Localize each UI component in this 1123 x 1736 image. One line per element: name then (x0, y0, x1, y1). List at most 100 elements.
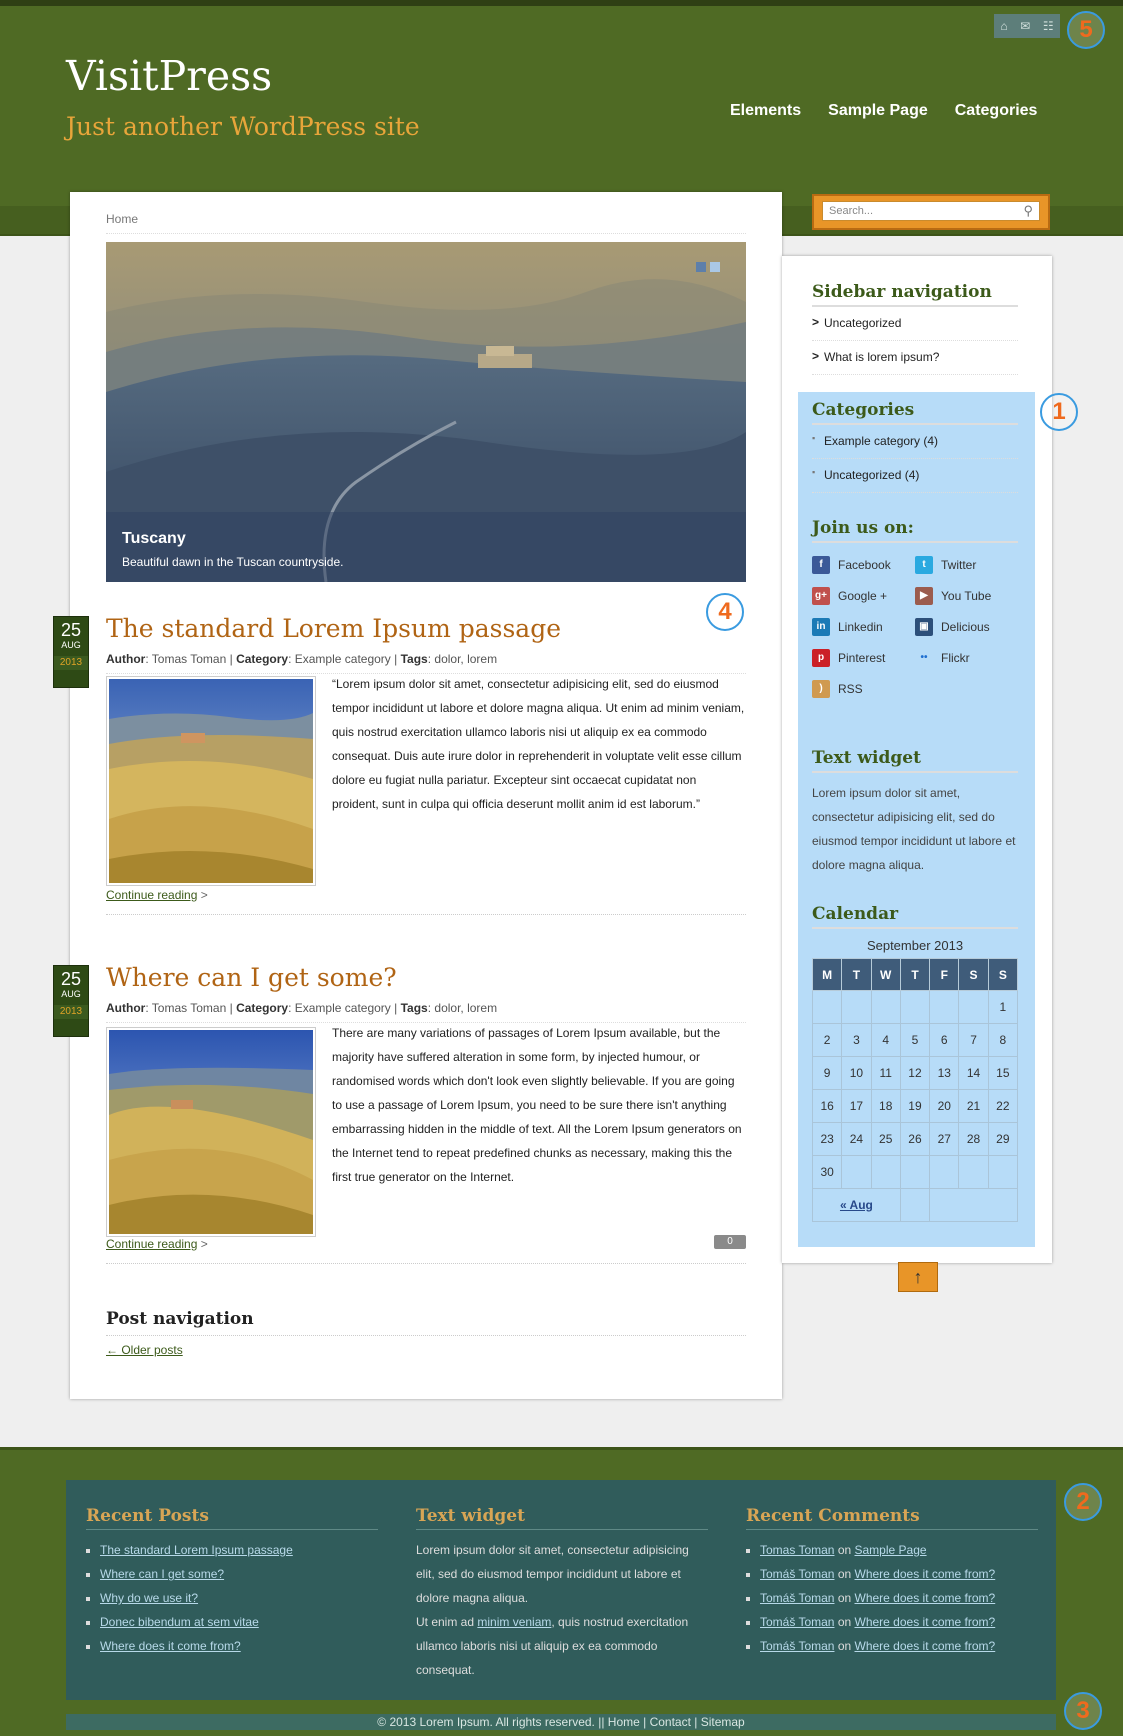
social-link-delicious[interactable]: ▣ Delicious (915, 616, 1018, 637)
nav-item-sample-page[interactable]: Sample Page (828, 102, 928, 120)
calendar-day: 6 (929, 1023, 960, 1057)
post-author-link[interactable]: Tomas Toman (152, 652, 226, 666)
social-link-pinterest[interactable]: p Pinterest (812, 647, 915, 668)
calendar-day: 30 (811, 1155, 843, 1189)
social-link-facebook[interactable]: f Facebook (812, 554, 915, 575)
social-link-flickr[interactable]: •• Flickr (915, 647, 1018, 668)
rss-icon: ) (812, 679, 830, 698)
comment-author-link[interactable]: Tomáš Toman (760, 1591, 834, 1605)
search-input[interactable]: Search... ⚲ (822, 201, 1040, 221)
comment-post-link[interactable]: Sample Page (855, 1543, 927, 1557)
slider-dot-1[interactable] (696, 262, 706, 272)
post-tag-link[interactable]: dolor (434, 1001, 460, 1015)
pinterest-icon: p (812, 648, 830, 667)
image-slider[interactable]: Tuscany Beautiful dawn in the Tuscan cou… (106, 242, 746, 582)
slider-caption-text: Beautiful dawn in the Tuscan countryside… (122, 555, 344, 569)
recent-post-link[interactable]: Where does it come from? (100, 1639, 241, 1653)
footer-text-p1: Lorem ipsum dolor sit amet, consectetur … (416, 1543, 689, 1605)
home-icon[interactable]: ⌂ (1000, 19, 1007, 33)
post-tag-link[interactable]: lorem (467, 1001, 497, 1015)
comment-post-link[interactable]: Where does it come from? (855, 1639, 996, 1653)
slider-caption-title: Tuscany (122, 530, 186, 547)
slider-dot-2[interactable] (710, 262, 720, 272)
back-to-top-button[interactable]: ↑ (898, 1262, 938, 1292)
breadcrumb[interactable]: Home (106, 212, 746, 234)
annotation-badge-1: 1 (1040, 393, 1078, 431)
text-widget-body: Lorem ipsum dolor sit amet, consectetur … (812, 786, 1016, 872)
widget-title: Text widget (416, 1506, 708, 1530)
search-icon[interactable]: ⚲ (1023, 203, 1033, 219)
calendar-day: 29 (987, 1122, 1019, 1156)
calendar-day (811, 990, 843, 1024)
post-thumbnail[interactable] (106, 1027, 316, 1237)
social-link-twitter[interactable]: t Twitter (915, 554, 1018, 575)
calendar-day: 23 (811, 1122, 843, 1156)
calendar-day: 14 (958, 1056, 989, 1090)
comment-author-link[interactable]: Tomas Toman (760, 1543, 834, 1557)
post-thumbnail[interactable] (106, 676, 316, 886)
post-tag-link[interactable]: lorem (467, 652, 497, 666)
recent-comment-item: Tomáš Toman on Where does it come from? (760, 1586, 1038, 1610)
post-title[interactable]: The standard Lorem Ipsum passage (106, 614, 746, 643)
widget-title: Sidebar navigation (812, 282, 1018, 307)
post-article: The standard Lorem Ipsum passage Author:… (106, 614, 746, 915)
continue-reading-link[interactable]: Continue reading (106, 888, 197, 902)
calendar-day (929, 990, 960, 1024)
nav-item-elements[interactable]: Elements (730, 102, 801, 120)
post-title[interactable]: Where can I get some? (106, 963, 746, 992)
minim-veniam-link[interactable]: minim veniam (477, 1615, 551, 1629)
post-author-link[interactable]: Tomas Toman (152, 1001, 226, 1015)
calendar-week: 2345678 (811, 1023, 1019, 1057)
category-item[interactable]: Uncategorized (4) (812, 459, 1018, 493)
post-meta: Author: Tomas Toman | Category: Example … (106, 1001, 746, 1023)
comment-post-link[interactable]: Where does it come from? (855, 1615, 996, 1629)
calendar-day (899, 1155, 931, 1189)
nav-item-categories[interactable]: Categories (955, 102, 1038, 120)
calendar-day: 18 (870, 1089, 901, 1123)
recent-post-link[interactable]: The standard Lorem Ipsum passage (100, 1543, 293, 1557)
continue-reading-link[interactable]: Continue reading (106, 1237, 197, 1251)
social-link-you-tube[interactable]: ▶ You Tube (915, 585, 1018, 606)
comment-author-link[interactable]: Tomáš Toman (760, 1639, 834, 1653)
twitter-icon: t (915, 555, 933, 574)
older-posts-link[interactable]: ← Older posts (106, 1343, 746, 1357)
post-category-link[interactable]: Example category (295, 1001, 391, 1015)
list-item: Where can I get some? (100, 1562, 378, 1586)
calendar-day: 25 (870, 1122, 901, 1156)
calendar-day (958, 1155, 989, 1189)
calendar-weekday: W (870, 958, 901, 991)
list-item: Donec bibendum at sem vitae (100, 1610, 378, 1634)
comment-count-badge[interactable]: 0 (714, 1235, 746, 1249)
categories-widget: Categories Example category (4) Uncatego… (812, 400, 1018, 493)
comment-author-link[interactable]: Tomáš Toman (760, 1567, 834, 1581)
social-link-linkedin[interactable]: in Linkedin (812, 616, 915, 637)
social-link-google[interactable]: g+ Google + (812, 585, 915, 606)
recent-post-link[interactable]: Donec bibendum at sem vitae (100, 1615, 259, 1629)
calendar-day (899, 990, 931, 1024)
calendar-widget: Calendar September 2013 MTWTFSS 12345678… (811, 904, 1019, 1222)
calendar-day: 4 (870, 1023, 901, 1057)
calendar-day (958, 990, 989, 1024)
post-category-link[interactable]: Example category (295, 652, 391, 666)
category-item[interactable]: Example category (4) (812, 425, 1018, 459)
recent-post-link[interactable]: Where can I get some? (100, 1567, 224, 1581)
calendar-weekday: S (987, 958, 1019, 991)
comment-post-link[interactable]: Where does it come from? (855, 1591, 996, 1605)
calendar-day (929, 1155, 960, 1189)
calendar-prev-month-link[interactable]: « Aug (840, 1198, 873, 1212)
sidebar-nav-item[interactable]: What is lorem ipsum? (812, 341, 1018, 375)
calendar-day (841, 1155, 872, 1189)
recent-post-link[interactable]: Why do we use it? (100, 1591, 198, 1605)
calendar-caption: September 2013 (866, 938, 964, 953)
calendar-week: 16 17 18 19 20 21 22 (811, 1089, 1019, 1123)
social-link-rss[interactable]: ) RSS (812, 678, 915, 699)
mail-icon[interactable]: ✉ (1020, 19, 1030, 33)
sidebar-nav-item[interactable]: Uncategorized (812, 307, 1018, 341)
youtube-icon: ▶ (915, 586, 933, 605)
comment-post-link[interactable]: Where does it come from? (855, 1567, 996, 1581)
footer-text-widget: Text widget Lorem ipsum dolor sit amet, … (416, 1506, 708, 1682)
post-tag-link[interactable]: dolor (434, 652, 460, 666)
sitemap-icon[interactable]: ☷ (1043, 19, 1054, 33)
comment-author-link[interactable]: Tomáš Toman (760, 1615, 834, 1629)
site-title[interactable]: VisitPress (66, 52, 272, 100)
